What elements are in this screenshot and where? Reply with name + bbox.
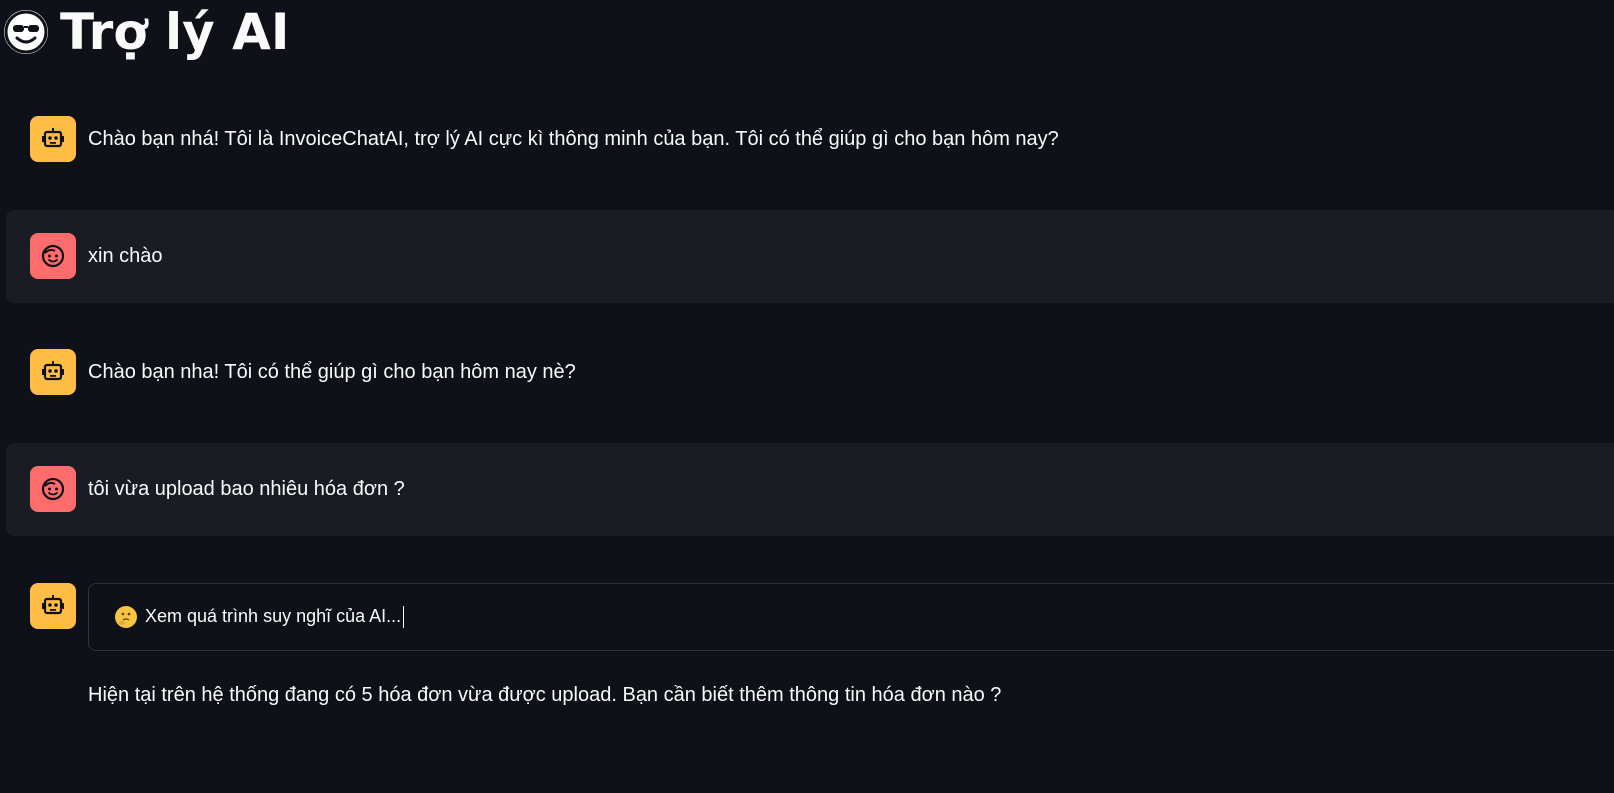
user-avatar xyxy=(30,466,76,512)
message-text: Chào bạn nha! Tôi có thể giúp gì cho bạn… xyxy=(88,361,576,383)
robot-icon xyxy=(42,361,64,381)
assistant-avatar xyxy=(30,116,76,162)
page-title-text: Trợ lý AI xyxy=(60,3,290,61)
assistant-avatar xyxy=(30,349,76,395)
chat-message-assistant: Chào bạn nhá! Tôi là InvoiceChatAI, trợ … xyxy=(6,100,1614,190)
assistant-avatar xyxy=(30,583,76,629)
text-caret xyxy=(403,606,405,629)
chat-message-assistant: Chào bạn nha! Tôi có thể giúp gì cho bạn… xyxy=(6,333,1614,423)
robot-icon xyxy=(42,128,64,148)
page-title: Trợ lý AI xyxy=(4,0,289,64)
smiling-face-icon xyxy=(41,477,65,501)
message-text: Chào bạn nhá! Tôi là InvoiceChatAI, trợ … xyxy=(88,128,1059,150)
chat-message-assistant: Xem quá trình suy nghĩ của AI... Hiện tạ… xyxy=(6,583,1614,723)
smiling-face-icon xyxy=(41,244,65,268)
message-text: Hiện tại trên hệ thống đang có 5 hóa đơn… xyxy=(88,684,1002,706)
message-text: tôi vừa upload bao nhiêu hóa đơn ? xyxy=(88,478,405,500)
user-avatar xyxy=(30,233,76,279)
thinking-face-icon xyxy=(115,606,137,628)
chat-message-user: tôi vừa upload bao nhiêu hóa đơn ? xyxy=(6,443,1614,536)
thinking-expander-label: Xem quá trình suy nghĩ của AI... xyxy=(145,606,405,629)
message-text: xin chào xyxy=(88,245,163,267)
chat-message-user: xin chào xyxy=(6,210,1614,303)
robot-icon xyxy=(42,595,64,615)
thinking-expander[interactable]: Xem quá trình suy nghĩ của AI... xyxy=(88,583,1614,651)
smiling-face-with-sunglasses-icon xyxy=(4,10,48,54)
